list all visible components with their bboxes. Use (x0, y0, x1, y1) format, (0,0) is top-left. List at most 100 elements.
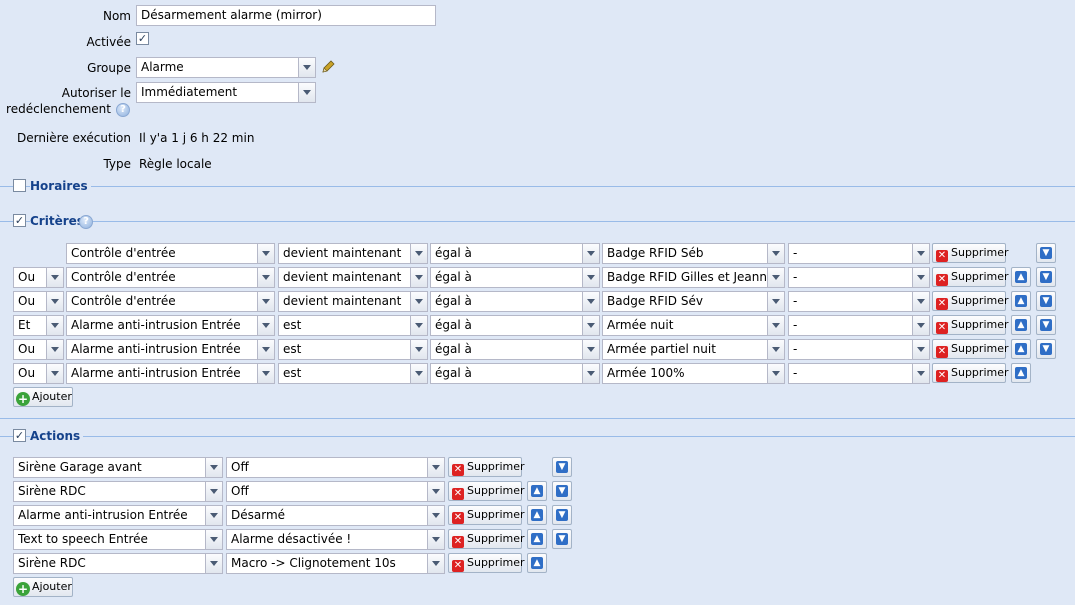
criteria-event-select[interactable]: devient maintenant (278, 267, 428, 288)
criteria-operator-select[interactable]: Ou (13, 291, 64, 312)
chevron-down-icon[interactable] (205, 506, 222, 525)
chevron-down-icon[interactable] (427, 530, 444, 549)
delete-button[interactable]: ✕ Supprimer (932, 339, 1009, 359)
criteria-device-select[interactable]: Alarme anti-intrusion Entrée (66, 363, 275, 384)
chevron-down-icon[interactable] (912, 340, 929, 359)
help-icon[interactable]: ? (116, 103, 130, 117)
criteria-operator-select[interactable]: Ou (13, 267, 64, 288)
criteria-operator-select[interactable]: Et (13, 315, 64, 336)
criteria-compare-select[interactable]: égal à (430, 291, 600, 312)
chevron-down-icon[interactable] (767, 244, 784, 263)
criteria-compare-select[interactable]: égal à (430, 267, 600, 288)
chevron-down-icon[interactable] (257, 316, 274, 335)
chevron-down-icon[interactable] (767, 364, 784, 383)
criteria-device-select[interactable]: Contrôle d'entrée (66, 267, 275, 288)
chevron-down-icon[interactable] (410, 244, 427, 263)
criteria-value-select[interactable]: Armée 100% (602, 363, 785, 384)
criteria-event-select[interactable]: est (278, 315, 428, 336)
chevron-down-icon[interactable] (257, 244, 274, 263)
action-device-select[interactable]: Sirène RDC (13, 553, 223, 574)
criteria-operator-select[interactable]: Ou (13, 339, 64, 360)
delete-button[interactable]: ✕ Supprimer (932, 291, 1009, 311)
move-up-button[interactable]: ▲ (1011, 363, 1031, 383)
help-icon[interactable]: ? (79, 215, 93, 229)
chevron-down-icon[interactable] (427, 482, 444, 501)
chevron-down-icon[interactable] (410, 292, 427, 311)
chevron-down-icon[interactable] (767, 316, 784, 335)
chevron-down-icon[interactable] (298, 83, 315, 102)
delete-button[interactable]: ✕ Supprimer (932, 363, 1009, 383)
chevron-down-icon[interactable] (912, 292, 929, 311)
chevron-down-icon[interactable] (205, 482, 222, 501)
criteria-event-select[interactable]: devient maintenant (278, 243, 428, 264)
criteria-value-select[interactable]: Badge RFID Séb (602, 243, 785, 264)
criteria-event-select[interactable]: est (278, 339, 428, 360)
move-down-button[interactable]: ▼ (552, 457, 572, 477)
group-select[interactable]: Alarme (136, 57, 316, 78)
chevron-down-icon[interactable] (912, 364, 929, 383)
move-up-button[interactable]: ▲ (1011, 291, 1031, 311)
criteria-extra-select[interactable]: - (788, 243, 930, 264)
move-up-button[interactable]: ▲ (1011, 267, 1031, 287)
move-up-button[interactable]: ▲ (527, 481, 547, 501)
criteria-extra-select[interactable]: - (788, 291, 930, 312)
chevron-down-icon[interactable] (410, 364, 427, 383)
criteria-device-select[interactable]: Alarme anti-intrusion Entrée (66, 339, 275, 360)
move-up-button[interactable]: ▲ (1011, 339, 1031, 359)
action-device-select[interactable]: Sirène Garage avant (13, 457, 223, 478)
chevron-down-icon[interactable] (46, 364, 63, 383)
chevron-down-icon[interactable] (767, 268, 784, 287)
chevron-down-icon[interactable] (257, 268, 274, 287)
criteria-device-select[interactable]: Contrôle d'entrée (66, 243, 275, 264)
delete-button[interactable]: ✕ Supprimer (448, 481, 525, 501)
chevron-down-icon[interactable] (46, 292, 63, 311)
chevron-down-icon[interactable] (205, 458, 222, 477)
move-up-button[interactable]: ▲ (527, 553, 547, 573)
criteria-extra-select[interactable]: - (788, 339, 930, 360)
delete-button[interactable]: ✕ Supprimer (448, 505, 525, 525)
action-value-select[interactable]: Alarme désactivée ! (226, 529, 445, 550)
delete-button[interactable]: ✕ Supprimer (448, 457, 525, 477)
delete-button[interactable]: ✕ Supprimer (448, 553, 525, 573)
active-checkbox[interactable]: ✓ (136, 32, 149, 45)
move-down-button[interactable]: ▼ (1036, 267, 1056, 287)
chevron-down-icon[interactable] (582, 268, 599, 287)
chevron-down-icon[interactable] (427, 506, 444, 525)
delete-button[interactable]: ✕ Supprimer (932, 267, 1009, 287)
chevron-down-icon[interactable] (46, 268, 63, 287)
chevron-down-icon[interactable] (410, 340, 427, 359)
actions-checkbox[interactable]: ✓ (13, 429, 26, 442)
move-up-button[interactable]: ▲ (527, 505, 547, 525)
criteria-compare-select[interactable]: égal à (430, 243, 600, 264)
delete-button[interactable]: ✕ Supprimer (448, 529, 525, 549)
chevron-down-icon[interactable] (582, 244, 599, 263)
criteria-event-select[interactable]: devient maintenant (278, 291, 428, 312)
criteria-value-select[interactable]: Badge RFID Gilles et Jeanne (602, 267, 785, 288)
action-value-select[interactable]: Off (226, 457, 445, 478)
delete-button[interactable]: ✕ Supprimer (932, 315, 1009, 335)
retrigger-select[interactable]: Immédiatement (136, 82, 316, 103)
move-down-button[interactable]: ▼ (552, 505, 572, 525)
chevron-down-icon[interactable] (205, 554, 222, 573)
chevron-down-icon[interactable] (582, 364, 599, 383)
chevron-down-icon[interactable] (427, 554, 444, 573)
chevron-down-icon[interactable] (257, 364, 274, 383)
chevron-down-icon[interactable] (205, 530, 222, 549)
chevron-down-icon[interactable] (912, 244, 929, 263)
schedules-checkbox[interactable] (13, 179, 26, 192)
criteria-extra-select[interactable]: - (788, 315, 930, 336)
chevron-down-icon[interactable] (582, 316, 599, 335)
criteria-compare-select[interactable]: égal à (430, 339, 600, 360)
move-down-button[interactable]: ▼ (552, 481, 572, 501)
criteria-value-select[interactable]: Armée nuit (602, 315, 785, 336)
move-down-button[interactable]: ▼ (1036, 291, 1056, 311)
criteria-device-select[interactable]: Contrôle d'entrée (66, 291, 275, 312)
move-down-button[interactable]: ▼ (1036, 243, 1056, 263)
chevron-down-icon[interactable] (767, 292, 784, 311)
criteria-value-select[interactable]: Armée partiel nuit (602, 339, 785, 360)
action-value-select[interactable]: Macro -> Clignotement 10s (226, 553, 445, 574)
criteria-compare-select[interactable]: égal à (430, 363, 600, 384)
move-up-button[interactable]: ▲ (1011, 315, 1031, 335)
chevron-down-icon[interactable] (257, 292, 274, 311)
criteria-event-select[interactable]: est (278, 363, 428, 384)
